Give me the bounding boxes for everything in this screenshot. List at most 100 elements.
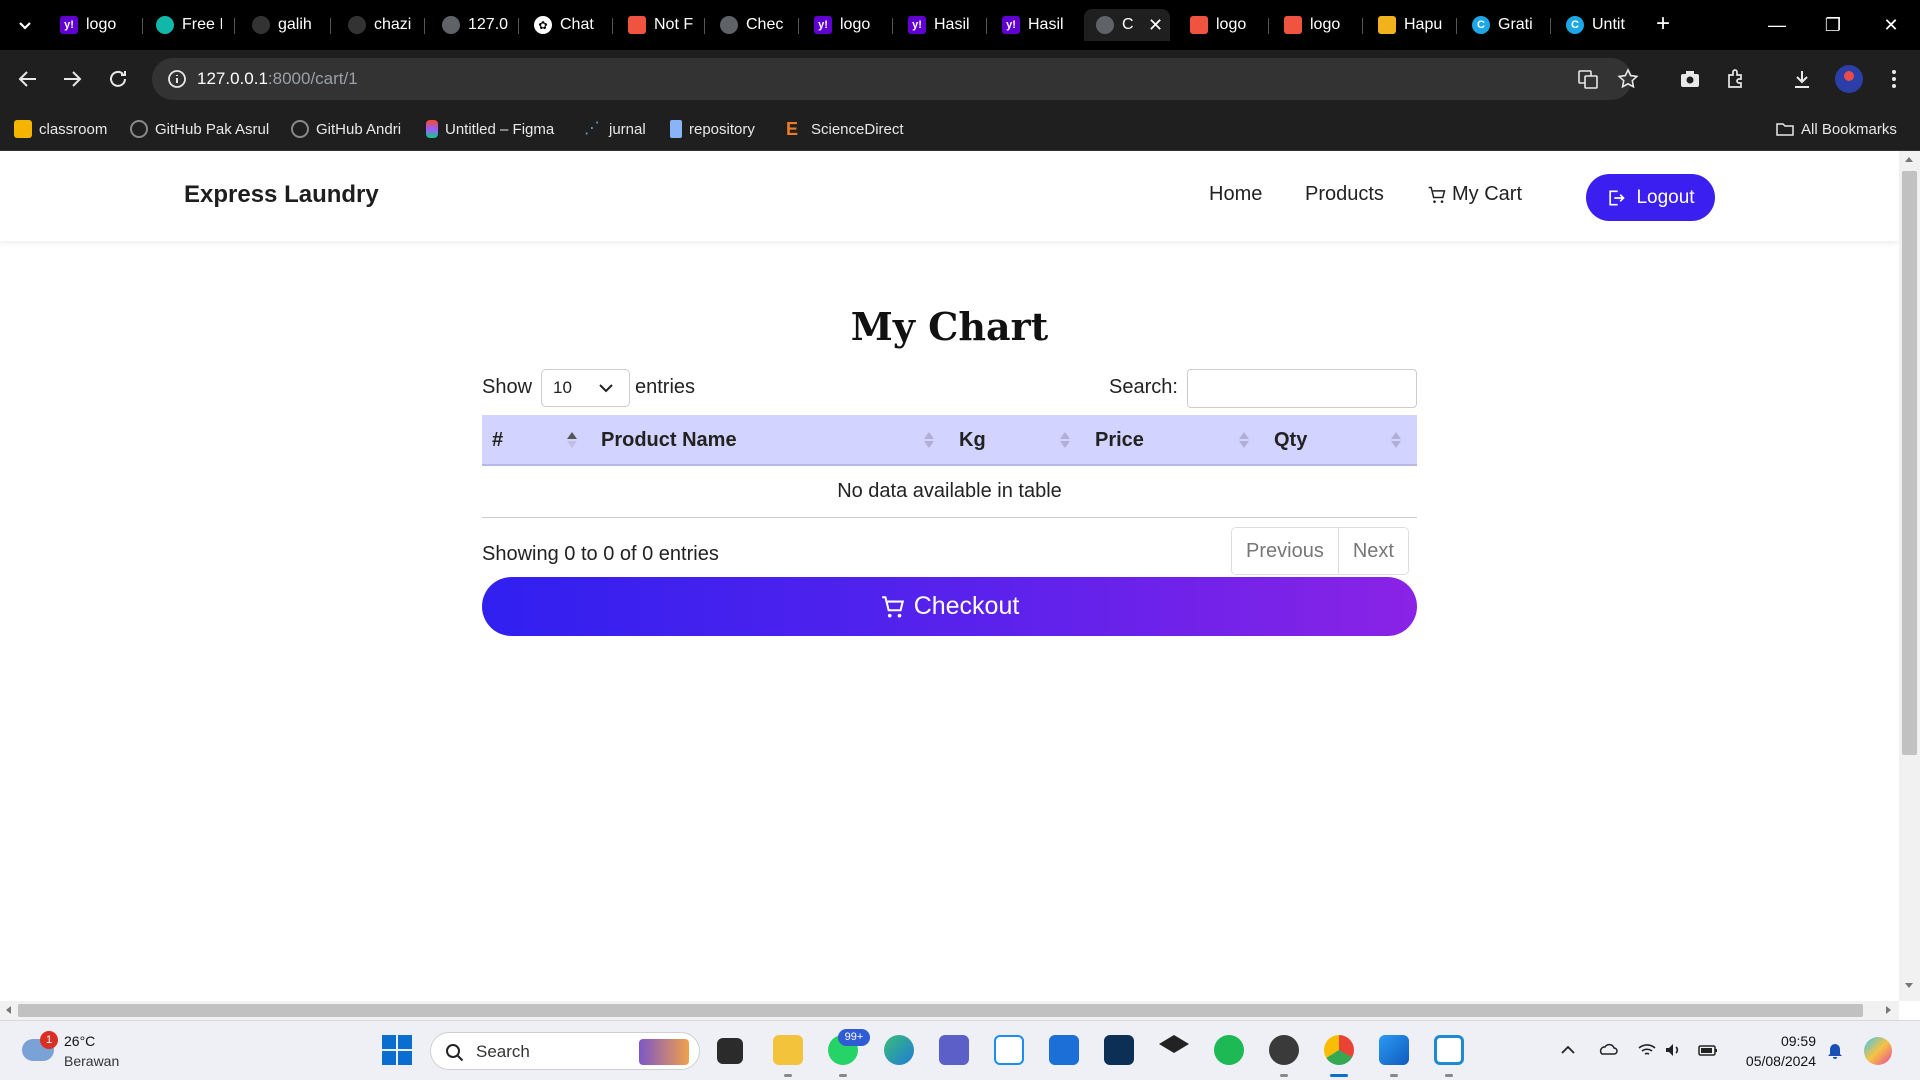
browser-tab[interactable]: y! logo [48,9,128,41]
next-page-button[interactable]: Next [1337,528,1408,574]
extensions-icon[interactable] [1724,67,1748,91]
hs-app-icon[interactable] [1269,1035,1299,1065]
chevron-up-icon[interactable] [1558,1040,1578,1060]
vscode-icon[interactable] [1434,1035,1464,1065]
bookmark-repository[interactable]: repository [670,118,755,140]
pagination: Previous Next [1231,527,1409,575]
bookmark-github-pak-asrul[interactable]: GitHub Pak Asrul [130,118,269,140]
entries-length-select[interactable]: 10 [541,369,630,407]
browser-tab-active[interactable]: C ✕ [1084,9,1170,41]
close-window-icon[interactable]: ✕ [1878,12,1904,38]
table-search-input[interactable] [1187,369,1417,408]
logout-button[interactable]: Logout [1586,174,1715,221]
column-header-kg[interactable]: Kg [959,429,986,452]
vertical-scrollbar[interactable] [1899,151,1920,1001]
back-icon[interactable] [16,67,40,91]
notification-bell-icon[interactable] [1825,1040,1845,1060]
bookmark-github-andri[interactable]: GitHub Andri [291,118,401,140]
translate-icon[interactable] [1576,67,1600,91]
column-header-price[interactable]: Price [1095,429,1144,452]
spotify-icon[interactable] [1214,1035,1244,1065]
scroll-left-arrow-icon[interactable] [6,1006,11,1014]
address-bar[interactable]: 127.0.0.1:8000/cart/1 [152,58,1632,100]
new-tab-button[interactable]: + [1650,12,1676,38]
browser-tab[interactable]: Hapu [1366,9,1450,41]
circle-app-icon [156,16,174,34]
browser-tab[interactable]: logo [1272,9,1356,41]
onedrive-icon[interactable] [1598,1040,1618,1060]
teams-icon[interactable] [939,1035,969,1065]
restore-icon[interactable]: ❐ [1820,12,1846,38]
horizontal-scroll-thumb[interactable] [18,1004,1863,1017]
all-bookmarks[interactable]: All Bookmarks [1776,118,1897,140]
system-clock[interactable]: 09:59 05/08/2024 [1736,1031,1816,1071]
profile-avatar[interactable] [1835,65,1863,93]
browser-tab[interactable]: C Untit [1554,9,1638,41]
yahoo-icon: y! [1002,16,1020,34]
wifi-icon[interactable] [1637,1040,1657,1060]
edge-icon[interactable] [884,1035,914,1065]
bookmark-jurnal[interactable]: ⋰ jurnal [584,118,646,140]
windows-start-icon[interactable] [382,1035,412,1065]
camera-icon[interactable] [1678,67,1702,91]
browser-tab[interactable]: logo [1178,9,1262,41]
browser-tab[interactable]: Free I [144,9,224,41]
photos-icon[interactable] [1379,1035,1409,1065]
nav-my-cart[interactable]: My Cart [1427,183,1522,206]
page-title: My Chart [850,304,1049,349]
scroll-up-arrow-icon[interactable] [1905,157,1913,162]
tab-search-chevron-icon[interactable] [14,14,36,36]
browser-tab[interactable]: ✿ Chat [522,9,606,41]
column-header-product-name[interactable]: Product Name [601,429,737,452]
scroll-right-arrow-icon[interactable] [1886,1006,1891,1014]
browser-tab[interactable]: Not F [616,9,700,41]
bookmark-star-icon[interactable] [1616,67,1640,91]
bookmark-figma[interactable]: Untitled – Figma [426,118,554,140]
browser-tab[interactable]: galih [240,9,320,41]
task-view-icon[interactable] [717,1038,743,1064]
browser-tab[interactable]: chazi [336,9,416,41]
scroll-down-arrow-icon[interactable] [1905,983,1913,988]
horizontal-scrollbar[interactable] [0,1001,1899,1020]
table-header-row: # Product Name Kg Price Qty [482,415,1417,466]
checkout-button[interactable]: Checkout [482,577,1417,636]
browser-tab[interactable]: C Grati [1460,9,1544,41]
browser-tab[interactable]: y! Hasil [990,9,1074,41]
nav-products[interactable]: Products [1305,183,1384,206]
copilot-icon[interactable] [1864,1037,1892,1065]
browser-tab[interactable]: y! logo [802,9,886,41]
chrome-icon[interactable] [1324,1035,1354,1065]
reload-icon[interactable] [106,67,130,91]
column-header-qty[interactable]: Qty [1274,429,1307,452]
site-info-icon[interactable] [166,68,188,90]
download-icon[interactable] [1790,67,1814,91]
close-tab-icon[interactable]: ✕ [1148,15,1163,36]
brand-logo[interactable]: Express Laundry [184,181,379,209]
page-viewport: Express Laundry Home Products My Cart Lo… [0,151,1899,1001]
volume-icon[interactable] [1663,1040,1683,1060]
browser-tab[interactable]: Chec [708,9,792,41]
weather-badge: 1 [40,1031,58,1049]
weather-widget[interactable]: 1 26°C Berawan [22,1031,142,1073]
bookmark-classroom[interactable]: classroom [14,118,107,140]
menu-dots-icon[interactable] [1882,67,1906,91]
app-store-icon[interactable] [994,1035,1024,1065]
column-header-number[interactable]: # [492,429,503,452]
dropbox-icon[interactable] [1159,1035,1189,1053]
bookmark-sciencedirect[interactable]: E ScienceDirect [786,118,904,140]
browser-tab[interactable]: y! Hasil [896,9,980,41]
weather-condition: Berawan [64,1053,120,1069]
active-indicator [1330,1074,1348,1077]
battery-icon[interactable] [1698,1040,1718,1060]
app-icon[interactable] [1104,1035,1134,1065]
previous-page-button[interactable]: Previous [1232,528,1338,574]
browser-tab[interactable]: 127.0 [430,9,514,41]
vertical-scroll-thumb[interactable] [1902,171,1917,755]
show-label: Show [482,376,533,398]
file-explorer-icon[interactable] [773,1035,803,1065]
nav-home[interactable]: Home [1209,183,1262,206]
taskbar-search[interactable]: Search [430,1032,700,1070]
microsoft-store-icon[interactable] [1049,1035,1079,1065]
forward-icon[interactable] [60,67,84,91]
minimize-icon[interactable]: — [1764,12,1790,38]
